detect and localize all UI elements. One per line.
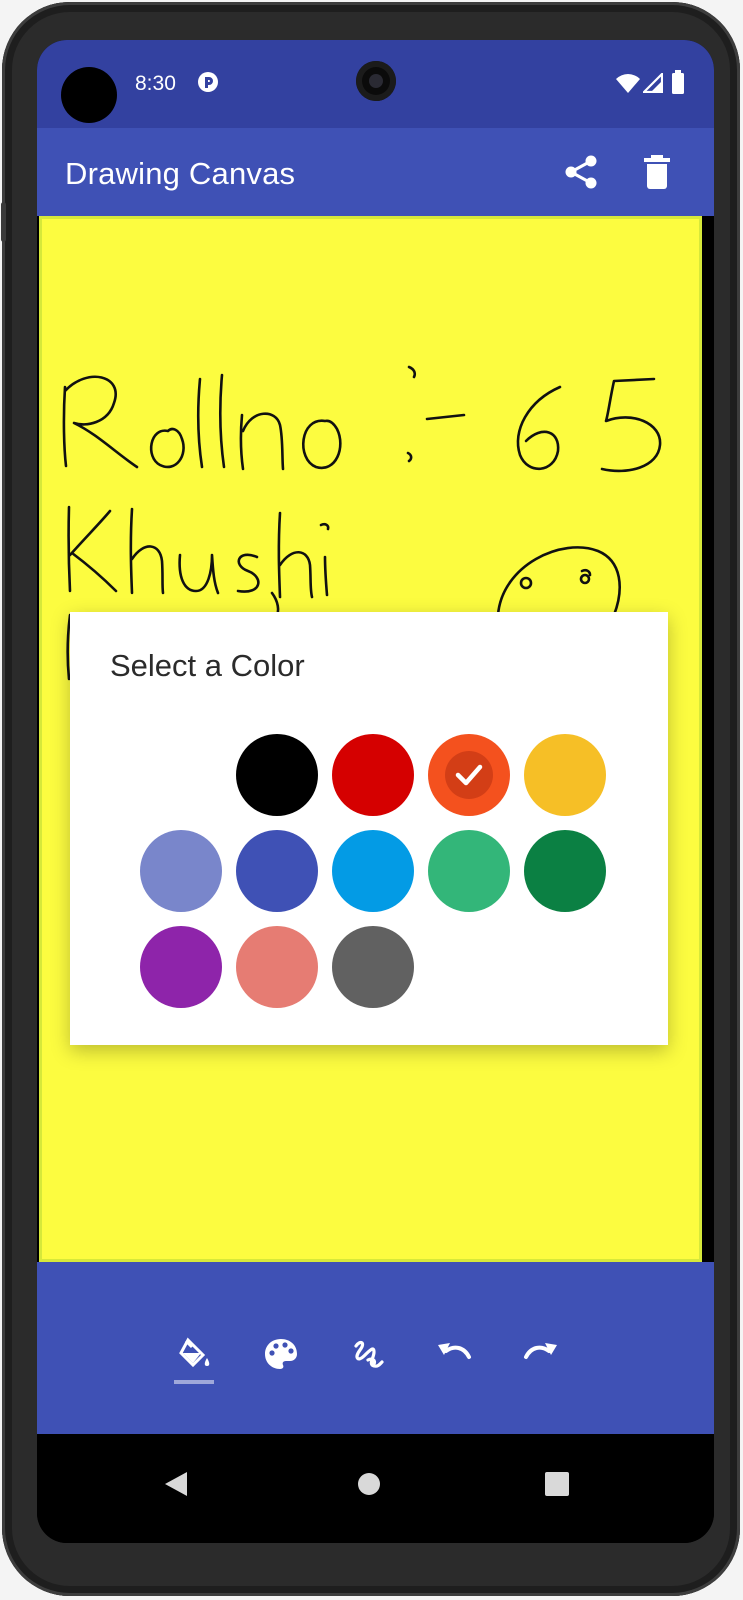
- check-icon: [445, 751, 493, 799]
- brush-tool-button[interactable]: [343, 1330, 393, 1378]
- share-button[interactable]: [559, 150, 603, 194]
- back-triangle-icon: [165, 1472, 187, 1496]
- color-swatch[interactable]: [140, 926, 222, 1008]
- camera-cutout: [61, 67, 117, 123]
- screen: 8:30 Drawing Canvas Select a Color: [37, 40, 714, 1543]
- recents-button[interactable]: [545, 1472, 569, 1501]
- redo-button[interactable]: [516, 1330, 566, 1378]
- color-swatch[interactable]: [332, 734, 414, 816]
- app-title: Drawing Canvas: [65, 156, 296, 191]
- fill-tool-button[interactable]: [169, 1330, 219, 1378]
- undo-button[interactable]: [429, 1330, 479, 1378]
- cellular-signal-icon: [641, 71, 664, 98]
- dialog-title: Select a Color: [110, 648, 305, 683]
- wifi-icon: [615, 73, 641, 98]
- color-swatch[interactable]: [236, 926, 318, 1008]
- brush-stroke-icon: [354, 1340, 384, 1368]
- system-navigation-bar: [37, 1434, 714, 1543]
- palette-tool-button[interactable]: [256, 1330, 306, 1378]
- redo-icon: [524, 1343, 557, 1359]
- battery-icon: [671, 70, 685, 99]
- recents-square-icon: [545, 1472, 569, 1496]
- undo-icon: [438, 1343, 471, 1359]
- app-bar: Drawing Canvas: [37, 128, 714, 216]
- status-time: 8:30: [135, 72, 176, 95]
- color-swatch[interactable]: [332, 926, 414, 1008]
- delete-button[interactable]: [635, 150, 679, 194]
- color-swatch[interactable]: [428, 734, 510, 816]
- back-button[interactable]: [163, 1470, 189, 1503]
- color-swatch[interactable]: [524, 830, 606, 912]
- color-swatch[interactable]: [332, 830, 414, 912]
- trash-icon: [644, 155, 670, 189]
- front-camera: [356, 61, 396, 101]
- color-swatch[interactable]: [140, 830, 222, 912]
- home-circle-icon: [358, 1473, 380, 1495]
- share-icon: [565, 155, 597, 189]
- color-swatch[interactable]: [524, 734, 606, 816]
- palette-icon: [265, 1339, 297, 1369]
- home-button[interactable]: [357, 1472, 381, 1501]
- bottom-toolbar: [37, 1262, 714, 1434]
- active-tool-indicator: [174, 1380, 214, 1384]
- color-swatch[interactable]: [236, 734, 318, 816]
- notification-icon: [197, 71, 219, 98]
- status-bar: 8:30: [37, 40, 714, 128]
- color-swatch[interactable]: [236, 830, 318, 912]
- fill-icon: [179, 1337, 210, 1368]
- color-picker-dialog: Select a Color: [70, 612, 668, 1045]
- color-swatch[interactable]: [428, 830, 510, 912]
- phone-frame: 8:30 Drawing Canvas Select a Color: [1, 2, 740, 1596]
